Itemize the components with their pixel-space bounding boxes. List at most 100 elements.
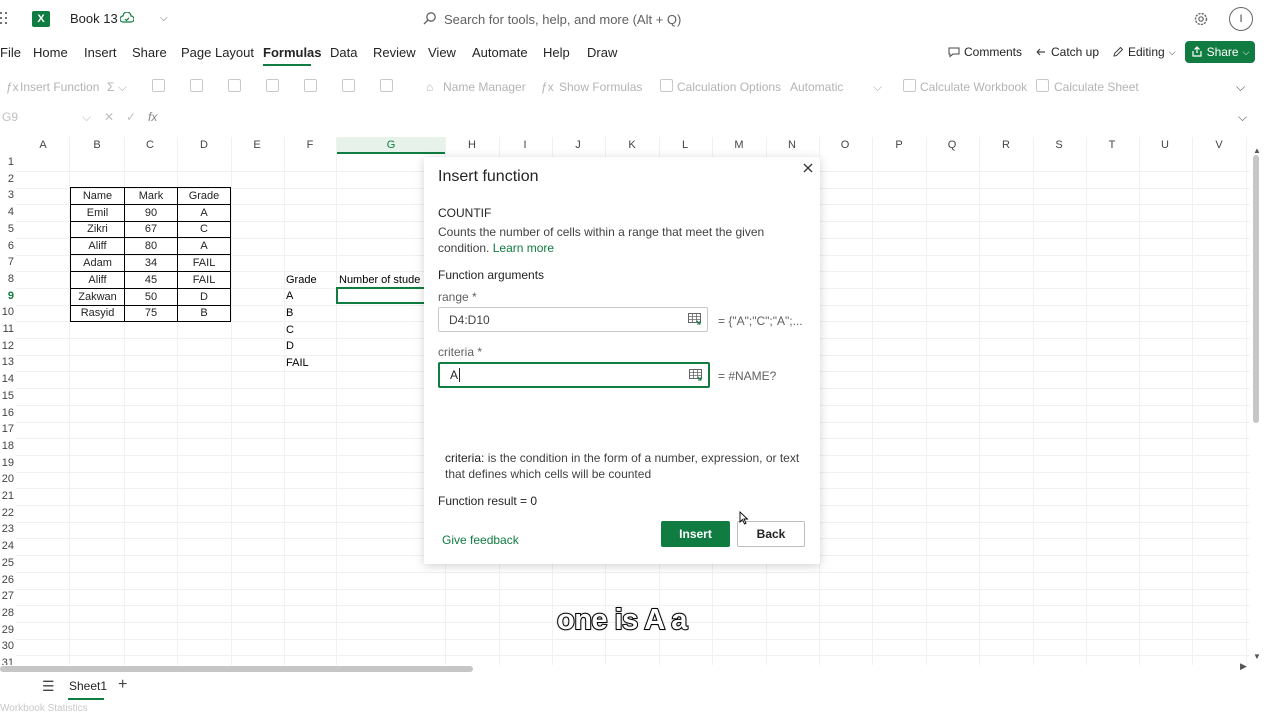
column-header[interactable]: L <box>659 137 712 154</box>
row-header[interactable]: 10 <box>0 306 14 318</box>
tab-help[interactable]: Help <box>543 45 570 60</box>
calculate-sheet-icon[interactable] <box>1036 79 1049 92</box>
column-header[interactable]: H <box>446 137 499 154</box>
app-launcher-icon[interactable] <box>0 12 10 26</box>
column-header[interactable]: R <box>980 137 1033 154</box>
count-header-cell[interactable]: Number of stude <box>339 274 420 286</box>
row-header[interactable]: 15 <box>0 390 14 402</box>
date-time-icon[interactable] <box>304 79 317 92</box>
grade-cell[interactable]: B <box>286 307 293 319</box>
lookup-icon[interactable] <box>342 79 355 92</box>
scroll-down-icon[interactable]: ▼ <box>1253 652 1261 661</box>
header-grade[interactable]: Grade <box>177 187 231 205</box>
row-header[interactable]: 6 <box>0 240 14 252</box>
cancel-entry-icon[interactable]: ✕ <box>104 110 114 124</box>
column-header[interactable]: B <box>71 137 124 154</box>
column-header[interactable]: D <box>178 137 231 154</box>
header-mark[interactable]: Mark <box>124 187 178 205</box>
column-header[interactable]: F <box>284 137 336 154</box>
workbook-statistics[interactable]: Workbook Statistics <box>0 703 88 714</box>
tab-insert[interactable]: Insert <box>84 45 117 60</box>
financial-icon[interactable] <box>190 79 203 92</box>
cell-mark[interactable]: 67 <box>124 220 178 239</box>
column-header[interactable]: A <box>17 137 69 154</box>
row-header[interactable]: 25 <box>0 557 14 569</box>
cell-mark[interactable]: 75 <box>124 304 178 323</box>
row-header[interactable]: 19 <box>0 457 14 469</box>
row-header[interactable]: 1 <box>0 156 14 168</box>
column-header[interactable]: M <box>713 137 766 154</box>
row-header[interactable]: 22 <box>0 507 14 519</box>
active-cell-g9[interactable] <box>336 287 428 304</box>
give-feedback-link[interactable]: Give feedback <box>442 533 519 547</box>
logical-icon[interactable] <box>228 79 241 92</box>
row-header[interactable]: 2 <box>0 173 14 185</box>
calculate-workbook-button[interactable]: Calculate Workbook <box>920 80 1027 94</box>
learn-more-link[interactable]: Learn more <box>493 241 554 255</box>
share-button[interactable]: Share ⌵ <box>1185 41 1255 63</box>
column-header[interactable]: V <box>1193 137 1246 154</box>
tab-view[interactable]: View <box>428 45 456 60</box>
cell-grade[interactable]: A <box>177 203 231 222</box>
name-box[interactable]: G9 <box>2 110 18 124</box>
column-header[interactable]: S <box>1033 137 1086 154</box>
row-header[interactable]: 26 <box>0 574 14 586</box>
tab-home[interactable]: Home <box>33 45 68 60</box>
row-header[interactable]: 28 <box>0 607 14 619</box>
row-header[interactable]: 30 <box>0 640 14 652</box>
avatar[interactable]: I <box>1229 7 1253 31</box>
insert-function-button[interactable]: Insert Function <box>20 80 99 94</box>
column-header[interactable]: T <box>1086 137 1139 154</box>
column-header[interactable]: Q <box>926 137 979 154</box>
scroll-up-icon[interactable]: ▲ <box>1253 146 1261 155</box>
cell-name[interactable]: Aliff <box>70 237 125 256</box>
column-header[interactable]: K <box>606 137 659 154</box>
column-header[interactable]: P <box>873 137 926 154</box>
row-header[interactable]: 16 <box>0 407 14 419</box>
cell-grade[interactable]: A <box>177 237 231 256</box>
column-header[interactable]: G <box>337 137 445 154</box>
all-sheets-icon[interactable]: ☰ <box>42 678 55 695</box>
cell-mark[interactable]: 80 <box>124 237 178 256</box>
math-icon[interactable] <box>380 79 393 92</box>
insert-button[interactable]: Insert <box>661 521 730 547</box>
row-header[interactable]: 12 <box>0 340 14 352</box>
tab-file[interactable]: File <box>0 45 21 60</box>
cell-mark[interactable]: 50 <box>124 287 178 306</box>
range-input[interactable]: D4:D10 <box>438 307 708 332</box>
row-header[interactable]: 17 <box>0 423 14 435</box>
row-header[interactable]: 13 <box>0 356 14 368</box>
comments-button[interactable]: Comments <box>948 41 1022 63</box>
column-header[interactable]: E <box>231 137 284 154</box>
text-icon[interactable] <box>266 79 279 92</box>
tab-automate[interactable]: Automate <box>472 45 528 60</box>
column-header[interactable]: O <box>819 137 872 154</box>
range-selector-icon[interactable] <box>688 313 701 325</box>
show-formulas-icon[interactable]: ƒx <box>541 80 554 94</box>
cell-grade[interactable]: B <box>177 304 231 323</box>
chevron-down-icon[interactable]: ⌵ <box>160 13 168 24</box>
autosum-icon[interactable]: Σ ⌵ <box>107 80 127 95</box>
row-header[interactable]: 5 <box>0 223 14 235</box>
grade-cell[interactable]: D <box>286 340 294 352</box>
ribbon-expand-icon[interactable]: ⌵ <box>1236 80 1245 95</box>
scroll-right-icon[interactable]: ▶ <box>1240 661 1247 672</box>
row-header[interactable]: 24 <box>0 540 14 552</box>
cell-name[interactable]: Emil <box>70 203 125 222</box>
cell-name[interactable]: Aliff <box>70 270 125 289</box>
gear-icon[interactable] <box>1193 11 1209 27</box>
cell-grade[interactable]: C <box>177 220 231 239</box>
search-box[interactable]: Search for tools, help, and more (Alt + … <box>420 9 820 31</box>
cell-grade[interactable]: D <box>177 287 231 306</box>
cell-mark[interactable]: 34 <box>124 254 178 272</box>
grade-header-cell[interactable]: Grade <box>286 274 317 286</box>
tab-data[interactable]: Data <box>330 45 357 60</box>
vertical-scrollbar[interactable] <box>1253 155 1259 423</box>
cell-grade[interactable]: FAIL <box>177 270 231 289</box>
column-header[interactable]: U <box>1139 137 1192 154</box>
row-header[interactable]: 11 <box>0 323 14 335</box>
grade-cell[interactable]: C <box>286 324 294 336</box>
name-manager-icon[interactable]: ⌂ <box>426 80 433 94</box>
cell-name[interactable]: Adam <box>70 254 125 272</box>
cell-name[interactable]: Zikri <box>70 220 125 239</box>
